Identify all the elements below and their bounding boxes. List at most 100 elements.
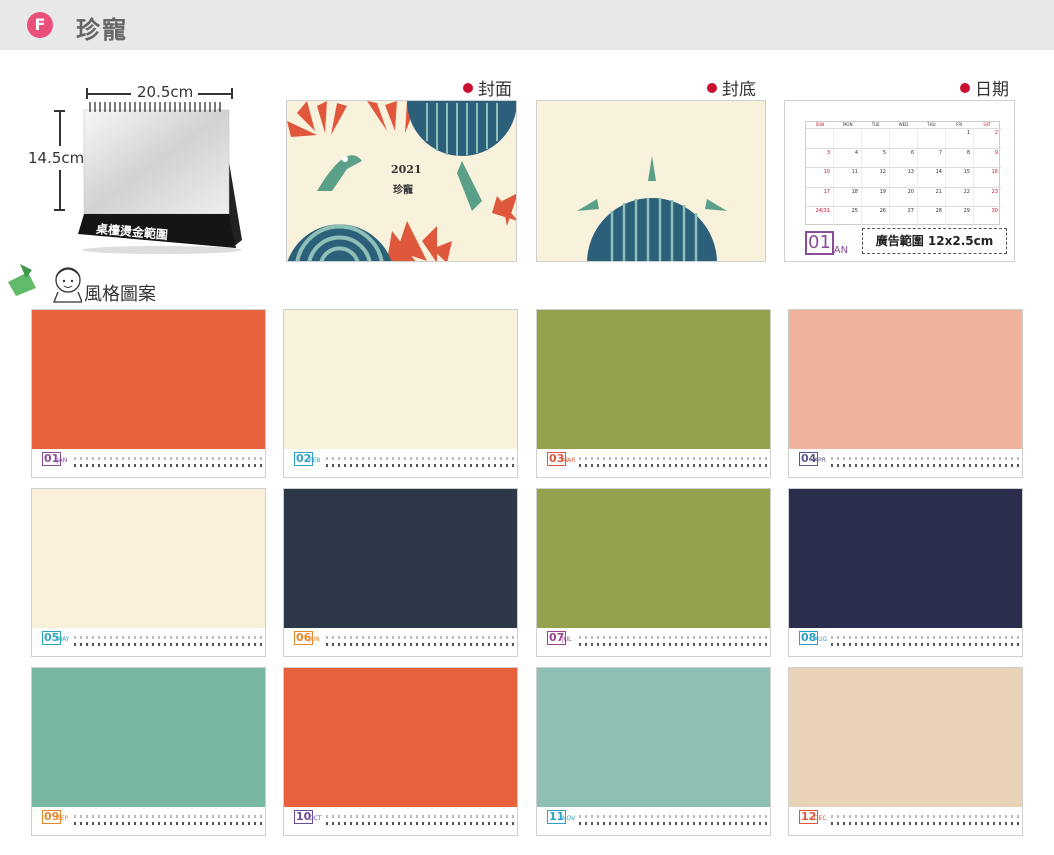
calendar-day-cell: 17 — [823, 188, 830, 195]
month-artwork — [284, 668, 517, 809]
calendar-day-cell: 4 — [833, 148, 861, 168]
month-name: MAR — [562, 457, 576, 464]
month-card: 08 AUG — [788, 488, 1023, 657]
month-calendar-strip: 03 MAR — [537, 449, 770, 477]
calendar-day-cell: 23 — [973, 187, 1001, 207]
calendar-day-cell: 16 — [973, 168, 1001, 187]
calendar-day-cell: 25 — [833, 207, 861, 226]
weekday-row — [326, 815, 516, 818]
month-artwork — [537, 668, 770, 809]
dates-row — [74, 464, 264, 467]
month-artwork — [284, 489, 517, 630]
calendar-day-cell: 6 — [889, 148, 917, 168]
month-calendar-strip: 04 APR — [789, 449, 1022, 477]
decoration-icon — [8, 264, 82, 303]
calendar-week-row: 3456789 — [806, 147, 1001, 168]
calendar-day-cell — [917, 129, 945, 148]
width-dim-line-right — [198, 93, 232, 95]
month-artwork — [32, 310, 265, 451]
month-card: 05 MAY — [31, 488, 266, 657]
month-name: APR — [814, 457, 826, 464]
date-preview: SUN MON TUE WED THU FRI SAT 1 2 3 4 5 6 7 8 9 10 1… — [784, 100, 1015, 262]
calendar-day-cell: 9 — [973, 148, 1001, 168]
calendar-day-cell: 10 — [823, 169, 830, 176]
month-card: 03 MAR — [536, 309, 771, 478]
month-calendar-strip: 01 JAN — [32, 449, 265, 477]
back-caption-text: 封底 — [722, 80, 756, 100]
bullet-dot-icon — [960, 83, 970, 93]
date-caption: 日期 — [960, 75, 1009, 100]
dates-row — [326, 822, 516, 825]
month-card: 02 FEB — [283, 309, 518, 478]
month-artwork — [789, 489, 1022, 630]
calendar-month-name: JAN — [831, 245, 849, 256]
weekday-row — [74, 636, 264, 639]
month-artwork — [32, 489, 265, 630]
calendar-day-cell — [806, 129, 833, 148]
month-name: JUL — [562, 636, 572, 643]
dates-row — [579, 464, 769, 467]
calendar-day-cell: 7 — [917, 148, 945, 168]
calendar-grid: SUN MON TUE WED THU FRI SAT 1 2 3 4 5 6 7 8 9 10 1… — [805, 121, 1001, 226]
date-caption-text: 日期 — [975, 80, 1009, 100]
style-section-label: 風格圖案 — [84, 284, 156, 305]
calendar-day-cell: 29 — [945, 207, 973, 226]
weekday-row — [831, 815, 1021, 818]
calendar-day-cell: 21 — [917, 187, 945, 207]
month-calendar-strip: 08 AUG — [789, 628, 1022, 656]
month-name: JAN — [57, 457, 68, 464]
height-dim-line-bottom — [59, 170, 61, 210]
month-artwork — [537, 489, 770, 630]
month-artwork — [537, 310, 770, 451]
weekday-row — [579, 636, 769, 639]
section-badge: F — [27, 12, 53, 38]
dates-row — [831, 822, 1021, 825]
back-turtle-illustration — [577, 156, 727, 261]
month-card: 11 NOV — [536, 667, 771, 836]
weekday-row — [74, 815, 264, 818]
calendar-day-cell: 13 — [889, 168, 917, 187]
calendar-day-cell — [889, 129, 917, 148]
weekday-row — [579, 457, 769, 460]
calendar-day-cell: 19 — [861, 187, 889, 207]
calendar-day-cell: 15 — [945, 168, 973, 187]
cover-year: 2021 — [391, 163, 422, 176]
calendar-day-cell — [833, 129, 861, 148]
calendar-day-cell: 1 — [945, 129, 973, 148]
calendar-day-cell: 27 — [889, 207, 917, 226]
weekday-row — [831, 457, 1021, 460]
calendar-day-cell: 26 — [861, 207, 889, 226]
height-dim-line-top — [59, 110, 61, 146]
month-calendar-strip: 02 FEB — [284, 449, 517, 477]
cover-title: 珍寵 — [393, 185, 413, 196]
month-artwork — [789, 310, 1022, 451]
month-name: JUN — [309, 636, 320, 643]
bullet-dot-icon — [463, 83, 473, 93]
calendar-day-cell: 20 — [889, 187, 917, 207]
month-calendar-strip: 09 SEP — [32, 807, 265, 835]
back-caption: 封底 — [707, 75, 756, 100]
month-calendar-strip: 07 JUL — [537, 628, 770, 656]
calendar-week-row: 17 18 19 20 21 22 23 — [806, 186, 1001, 207]
dates-row — [74, 822, 264, 825]
month-card: 09 SEP — [31, 667, 266, 836]
calendar-day-cell: 22 — [945, 187, 973, 207]
month-calendar-strip: 10 OCT — [284, 807, 517, 835]
cover-caption-text: 封面 — [478, 80, 512, 100]
calendar-weeks: 1 2 3 4 5 6 7 8 9 10 11 12 13 14 15 16 17 18 19 20 21 22 23 24|… — [806, 128, 1001, 226]
dates-row — [579, 643, 769, 646]
cover-caption: 封面 — [463, 75, 512, 100]
month-calendar-strip: 06 JUN — [284, 628, 517, 656]
calendar-day-cell: 18 — [833, 187, 861, 207]
cover-preview: 2021 珍寵 — [286, 100, 517, 262]
month-card: 12 DEC — [788, 667, 1023, 836]
month-calendar-strip: 05 MAY — [32, 628, 265, 656]
month-artwork — [789, 668, 1022, 809]
month-card: 01 JAN — [31, 309, 266, 478]
month-name: FEB — [309, 457, 321, 464]
calendar-day-cell: 5 — [861, 148, 889, 168]
month-card: 04 APR — [788, 309, 1023, 478]
calendar-day-cell: 12 — [861, 168, 889, 187]
month-card: 10 OCT — [283, 667, 518, 836]
month-name: OCT — [309, 815, 322, 822]
